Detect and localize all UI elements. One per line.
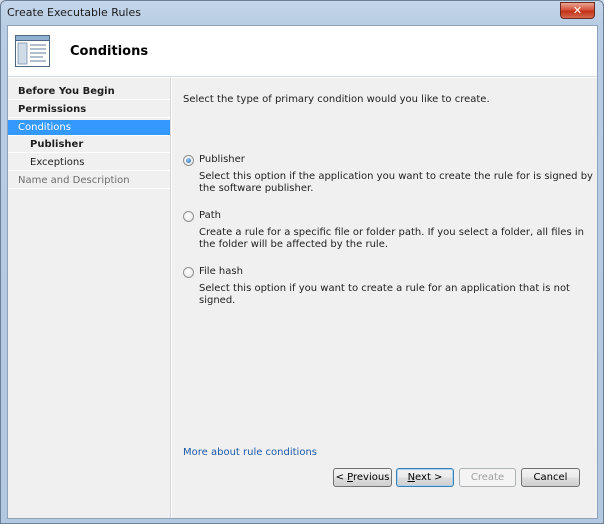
button-bar: < Previous Next > Create Cancel xyxy=(172,468,597,518)
publisher-label[interactable]: Publisher xyxy=(199,154,245,165)
page-header: Conditions xyxy=(8,26,597,77)
file-hash-radio[interactable] xyxy=(183,267,194,278)
path-description: Create a rule for a specific file or fol… xyxy=(199,227,584,250)
nav-step-exceptions[interactable]: Exceptions xyxy=(8,155,170,171)
condition-prompt: Select the type of primary condition wou… xyxy=(183,94,490,105)
next-rest: ext > xyxy=(415,472,443,483)
dialog-icon xyxy=(15,35,50,67)
nav-step-permissions[interactable]: Permissions xyxy=(8,102,170,118)
dialog-client-area: Conditions Before You Begin Permissions … xyxy=(7,25,598,519)
dialog-window: Create Executable Rules ✕ Conditions Bef… xyxy=(0,0,604,524)
previous-button[interactable]: < Previous xyxy=(333,468,392,487)
next-accelerator: N xyxy=(407,472,416,483)
create-button: Create xyxy=(459,468,516,487)
close-icon: ✕ xyxy=(572,4,583,17)
nav-step-conditions[interactable]: Conditions xyxy=(8,120,170,136)
file-hash-description: Select this option if you want to create… xyxy=(199,283,570,306)
window-title: Create Executable Rules xyxy=(7,6,141,19)
nav-step-publisher[interactable]: Publisher xyxy=(8,137,170,153)
more-about-rule-conditions-link[interactable]: More about rule conditions xyxy=(183,447,317,458)
path-label[interactable]: Path xyxy=(199,210,221,221)
cancel-button[interactable]: Cancel xyxy=(521,468,580,487)
next-button[interactable]: Next > xyxy=(396,468,454,487)
nav-step-name-and-description: Name and Description xyxy=(8,173,170,189)
conditions-panel: Select the type of primary condition wou… xyxy=(172,78,597,518)
publisher-description: Select this option if the application yo… xyxy=(199,171,593,194)
previous-prefix: < xyxy=(335,472,348,483)
publisher-radio[interactable] xyxy=(183,155,194,166)
file-hash-label[interactable]: File hash xyxy=(199,266,243,277)
title-bar[interactable]: Create Executable Rules ✕ xyxy=(1,1,603,24)
previous-rest: revious xyxy=(353,472,390,483)
nav-step-before-you-begin[interactable]: Before You Begin xyxy=(8,84,170,100)
path-radio[interactable] xyxy=(183,211,194,222)
wizard-step-nav: Before You Begin Permissions Conditions … xyxy=(8,78,171,518)
close-button[interactable]: ✕ xyxy=(560,2,595,19)
page-title: Conditions xyxy=(70,44,149,59)
